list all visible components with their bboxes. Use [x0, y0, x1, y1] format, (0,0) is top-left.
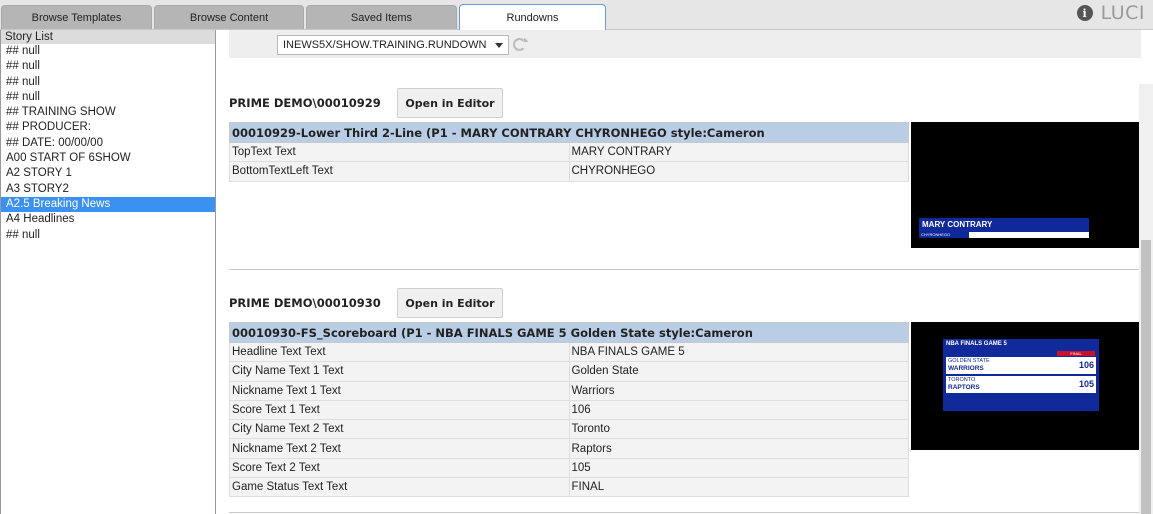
- preview-team-row: GOLDEN STATE WARRIORS 106: [946, 357, 1096, 374]
- story-item[interactable]: ## DATE: 00/00/00: [1, 136, 215, 151]
- field-value: 106: [568, 399, 909, 421]
- field-value: MARY CONTRARY: [568, 141, 909, 163]
- story-item[interactable]: ## null: [1, 59, 215, 74]
- field-name: Headline Text Text: [229, 341, 570, 363]
- table-row: BottomTextLeft Text CHYRONHEGO: [229, 161, 909, 182]
- preview-team-nickname: WARRIORS: [948, 365, 984, 372]
- item-title: PRIME DEMO\00010930: [229, 296, 381, 310]
- preview-status: FINAL: [1057, 351, 1095, 356]
- story-item[interactable]: A00 START OF 6SHOW: [1, 151, 215, 166]
- story-item[interactable]: ## null: [1, 75, 215, 90]
- info-icon[interactable]: i: [1076, 5, 1093, 21]
- field-value: Golden State: [568, 361, 909, 382]
- table-row: City Name Text 1 Text Golden State: [229, 361, 909, 382]
- story-list-panel: Story List ## null ## null ## null ## nu…: [0, 30, 216, 514]
- table-row: Score Text 2 Text 105: [229, 457, 909, 479]
- field-value: NBA FINALS GAME 5: [568, 341, 909, 363]
- field-name: Score Text 2 Text: [229, 457, 570, 479]
- field-name: TopText Text: [229, 141, 570, 163]
- table-row: Nickname Text 2 Text Raptors: [229, 438, 909, 459]
- table-row: TopText Text MARY CONTRARY: [229, 141, 909, 163]
- preview-team-score: 105: [1078, 379, 1094, 389]
- story-list-header: Story List: [1, 30, 215, 44]
- story-item[interactable]: ## null: [1, 228, 215, 243]
- item-title: PRIME DEMO\00010929: [229, 96, 381, 110]
- story-item[interactable]: ## PRODUCER:: [1, 120, 215, 135]
- section-divider: [229, 269, 1141, 270]
- story-item[interactable]: A2 STORY 1: [1, 166, 215, 181]
- field-value: CHYRONHEGO: [568, 161, 909, 182]
- story-item[interactable]: A4 Headlines: [1, 212, 215, 227]
- tab-saved-items[interactable]: Saved Items: [306, 5, 457, 29]
- preview-team-nickname: RAPTORS: [948, 384, 980, 391]
- story-item[interactable]: ## null: [1, 90, 215, 105]
- field-name: Game Status Text Text: [229, 477, 570, 498]
- field-value: 105: [568, 457, 909, 479]
- preview-team-city: TORONTO: [948, 377, 976, 383]
- brand: i LUCI: [1076, 2, 1145, 24]
- app-logo-text: LUCI: [1100, 2, 1145, 24]
- chevron-down-icon: [495, 43, 503, 48]
- refresh-icon[interactable]: [513, 38, 526, 51]
- table-row: Headline Text Text NBA FINALS GAME 5: [229, 341, 909, 363]
- section-divider: [229, 512, 1141, 513]
- rundown-select-value: INEWS5X/SHOW.TRAINING.RUNDOWN: [283, 39, 487, 51]
- preview-team-city: GOLDEN STATE: [948, 358, 990, 364]
- field-name: Score Text 1 Text: [229, 399, 570, 421]
- preview-line2-bar: CHYRONHEGO: [919, 232, 1089, 238]
- story-item[interactable]: A3 STORY2: [1, 182, 215, 197]
- table-row: City Name Text 2 Text Toronto: [229, 419, 909, 440]
- field-value: Warriors: [568, 380, 909, 401]
- preview-team-score: 106: [1078, 360, 1094, 370]
- scoreboard-preview: NBA FINALS GAME 5 FINAL GOLDEN STATE WAR…: [911, 322, 1139, 450]
- story-list: ## null ## null ## null ## null ## TRAIN…: [1, 44, 215, 243]
- field-value: Toronto: [568, 419, 909, 440]
- preview-line1: MARY CONTRARY: [919, 218, 1089, 232]
- fields-table: 00010930-FS_Scoreboard (P1 - NBA FINALS …: [229, 322, 909, 498]
- story-item-selected[interactable]: A2.5 Breaking News: [1, 196, 215, 213]
- table-header: 00010929-Lower Third 2-Line (P1 - MARY C…: [229, 122, 909, 143]
- preview-line2: CHYRONHEGO: [919, 232, 969, 238]
- table-header: 00010930-FS_Scoreboard (P1 - NBA FINALS …: [229, 322, 909, 343]
- tab-browse-content[interactable]: Browse Content: [154, 5, 304, 29]
- scoreboard-graphic: NBA FINALS GAME 5 FINAL GOLDEN STATE WAR…: [943, 339, 1099, 411]
- preview-team-row: TORONTO RAPTORS 105: [946, 376, 1096, 393]
- lower-third-preview: MARY CONTRARY CHYRONHEGO: [911, 122, 1139, 248]
- fields-table: 00010929-Lower Third 2-Line (P1 - MARY C…: [229, 122, 909, 182]
- preview-headline: NBA FINALS GAME 5: [946, 341, 1007, 347]
- field-value: Raptors: [568, 438, 909, 459]
- field-value: FINAL: [568, 477, 909, 498]
- field-name: City Name Text 1 Text: [229, 361, 570, 382]
- rundown-main-panel: INEWS5X/SHOW.TRAINING.RUNDOWN PRIME DEMO…: [217, 30, 1153, 514]
- open-in-editor-button[interactable]: Open in Editor: [397, 88, 503, 118]
- field-name: City Name Text 2 Text: [229, 419, 570, 440]
- rundown-toolbar: INEWS5X/SHOW.TRAINING.RUNDOWN: [229, 30, 1141, 58]
- tab-bar: Browse Templates Browse Content Saved It…: [0, 0, 1153, 30]
- rundown-select[interactable]: INEWS5X/SHOW.TRAINING.RUNDOWN: [277, 35, 509, 55]
- field-name: Nickname Text 1 Text: [229, 380, 570, 401]
- scrollbar-thumb[interactable]: [1141, 240, 1151, 514]
- tab-browse-templates[interactable]: Browse Templates: [1, 5, 152, 29]
- table-row: Nickname Text 1 Text Warriors: [229, 380, 909, 401]
- table-row: Game Status Text Text FINAL: [229, 477, 909, 498]
- open-in-editor-button[interactable]: Open in Editor: [397, 288, 503, 318]
- story-item[interactable]: ## TRAINING SHOW: [1, 105, 215, 120]
- field-name: Nickname Text 2 Text: [229, 438, 570, 459]
- table-row: Score Text 1 Text 106: [229, 399, 909, 421]
- tab-rundowns[interactable]: Rundowns: [459, 4, 606, 30]
- story-item[interactable]: ## null: [1, 44, 215, 59]
- field-name: BottomTextLeft Text: [229, 161, 570, 182]
